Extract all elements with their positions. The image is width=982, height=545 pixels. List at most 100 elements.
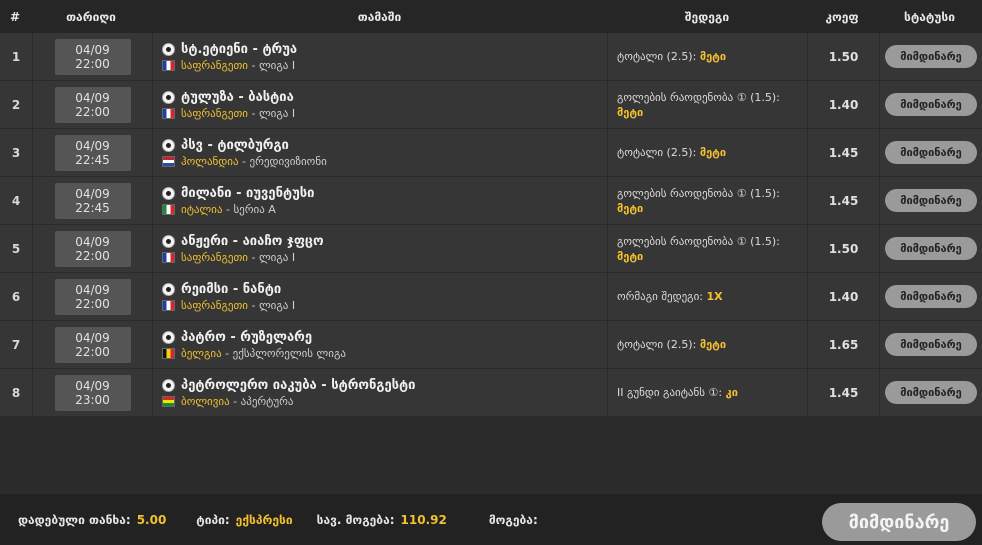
football-icon bbox=[162, 282, 175, 296]
country-name: ჰოლანდია bbox=[181, 154, 239, 168]
match-cell: რეიმსი - ნანტი საფრანგეთი - ლიგა I bbox=[153, 273, 608, 320]
status-cell: მიმდინარე bbox=[880, 177, 982, 224]
status-button[interactable]: მიმდინარე bbox=[885, 93, 977, 116]
country-flag-icon bbox=[162, 107, 175, 119]
bet-type-label: ტიპი: bbox=[196, 512, 230, 527]
match-date: 04/09 23:00 bbox=[54, 374, 131, 411]
league-line: საფრანგეთი - ლიგა I bbox=[162, 107, 295, 120]
match-teams[interactable]: მილანი - იუვენტუსი bbox=[181, 186, 315, 201]
potential-win: სავ. მოგება: 110.92 bbox=[317, 513, 447, 527]
win: მოგება: bbox=[489, 513, 538, 527]
league-name: ერედივიზიონი bbox=[249, 154, 327, 168]
row-number: 4 bbox=[0, 177, 33, 224]
football-icon bbox=[162, 234, 175, 248]
market-cell: ორმაგი შედეგი: 1X bbox=[608, 273, 808, 320]
match-date: 04/09 22:00 bbox=[54, 326, 131, 363]
match-cell: სტ.ეტიენი - ტრუა საფრანგეთი - ლიგა I bbox=[153, 33, 608, 80]
status-button[interactable]: მიმდინარე bbox=[885, 189, 977, 212]
market-name: II გუნდი გაიტანს ①: bbox=[617, 386, 723, 399]
status-button[interactable]: მიმდინარე bbox=[885, 333, 977, 356]
market-pick: მეტი bbox=[617, 105, 644, 119]
status-cell: მიმდინარე bbox=[880, 225, 982, 272]
league-name: ექსპლორელის ლიგა bbox=[232, 346, 346, 360]
status-button[interactable]: მიმდინარე bbox=[885, 141, 977, 164]
football-icon bbox=[162, 138, 175, 152]
status-button[interactable]: მიმდინარე bbox=[885, 285, 977, 308]
header-odd: კოეფ bbox=[825, 9, 859, 24]
match-teams[interactable]: ტულუზა - ბასტია bbox=[181, 90, 294, 105]
market-cell: ტოტალი (2.5): მეტი bbox=[608, 321, 808, 368]
country-flag-icon bbox=[162, 395, 175, 407]
status-button[interactable]: მიმდინარე bbox=[885, 381, 977, 404]
date-cell: 04/09 22:45 bbox=[33, 129, 153, 176]
league-line: იტალია - სერია A bbox=[162, 203, 276, 216]
table-row: 4 04/09 22:45 მილანი - იუვენტუსი იტალია … bbox=[0, 177, 982, 225]
country-name: ბოლივია bbox=[181, 394, 230, 408]
football-icon bbox=[162, 90, 175, 104]
league-name: სერია A bbox=[233, 202, 276, 216]
header-match: თამაში bbox=[357, 9, 402, 24]
market-pick: კი bbox=[725, 386, 738, 399]
status-button[interactable]: მიმდინარე bbox=[885, 237, 977, 260]
market-pick: მეტი bbox=[699, 338, 727, 351]
country-name: ბელგია bbox=[181, 346, 222, 360]
table-row: 2 04/09 22:00 ტულუზა - ბასტია საფრანგეთი… bbox=[0, 81, 982, 129]
market-name: ტოტალი (2.5): bbox=[617, 146, 697, 159]
potential-win-value: 110.92 bbox=[400, 512, 447, 527]
status-button[interactable]: მიმდინარე bbox=[885, 45, 977, 68]
market-cell: II გუნდი გაიტანს ①: კი bbox=[608, 369, 808, 416]
league-line: ჰოლანდია - ერედივიზიონი bbox=[162, 155, 327, 168]
match-line: ანჟერი - აიაჩო ჯფცო bbox=[162, 234, 324, 249]
status-cell: მიმდინარე bbox=[880, 33, 982, 80]
date-cell: 04/09 22:00 bbox=[33, 321, 153, 368]
football-icon bbox=[162, 378, 175, 392]
country-name: საფრანგეთი bbox=[181, 106, 248, 120]
country-name: იტალია bbox=[181, 202, 223, 216]
row-number: 3 bbox=[0, 129, 33, 176]
market-cell: გოლების რაოდენობა ① (1.5): მეტი bbox=[608, 81, 808, 128]
date-cell: 04/09 22:00 bbox=[33, 81, 153, 128]
market-cell: ტოტალი (2.5): მეტი bbox=[608, 129, 808, 176]
odd-value: 1.50 bbox=[808, 225, 880, 272]
match-teams[interactable]: ანჟერი - აიაჩო ჯფცო bbox=[181, 234, 324, 249]
match-teams[interactable]: პეტროლერო იაკუბა - სტრონგესტი bbox=[181, 378, 415, 393]
match-cell: პატრო - რუზელარე ბელგია - ექსპლორელის ლი… bbox=[153, 321, 608, 368]
header-date: თარიღი bbox=[66, 9, 116, 24]
market-pick: 1X bbox=[706, 290, 723, 303]
stake-label: დადებული თანხა: bbox=[18, 512, 131, 527]
table-header: # თარიღი თამაში შედეგი კოეფ სტატუსი bbox=[0, 0, 982, 33]
bet-type-value: ექსპრესი bbox=[235, 512, 293, 527]
match-date: 04/09 22:00 bbox=[54, 38, 131, 75]
table-row: 3 04/09 22:45 პსვ - ტილბურგი ჰოლანდია - … bbox=[0, 129, 982, 177]
country-name: საფრანგეთი bbox=[181, 58, 248, 72]
match-line: ტულუზა - ბასტია bbox=[162, 90, 294, 105]
league-line: საფრანგეთი - ლიგა I bbox=[162, 299, 295, 312]
row-number: 8 bbox=[0, 369, 33, 416]
match-teams[interactable]: პსვ - ტილბურგი bbox=[181, 138, 289, 153]
match-cell: პსვ - ტილბურგი ჰოლანდია - ერედივიზიონი bbox=[153, 129, 608, 176]
match-teams[interactable]: სტ.ეტიენი - ტრუა bbox=[181, 42, 297, 57]
market-name: ორმაგი შედეგი: bbox=[617, 290, 703, 303]
country-flag-icon bbox=[162, 59, 175, 71]
bet-summary-footer: დადებული თანხა: 5.00 ტიპი: ექსპრესი სავ.… bbox=[0, 494, 982, 545]
table-row: 7 04/09 22:00 პატრო - რუზელარე ბელგია - … bbox=[0, 321, 982, 369]
date-cell: 04/09 22:45 bbox=[33, 177, 153, 224]
header-status: სტატუსი bbox=[904, 9, 955, 24]
match-line: სტ.ეტიენი - ტრუა bbox=[162, 42, 297, 57]
row-number: 1 bbox=[0, 33, 33, 80]
country-flag-icon bbox=[162, 203, 175, 215]
league-name: ლიგა I bbox=[258, 58, 296, 72]
league-line: საფრანგეთი - ლიგა I bbox=[162, 59, 295, 72]
league-line: ბოლივია - აპერტურა bbox=[162, 395, 293, 408]
date-cell: 04/09 23:00 bbox=[33, 369, 153, 416]
row-number: 6 bbox=[0, 273, 33, 320]
match-teams[interactable]: რეიმსი - ნანტი bbox=[181, 282, 281, 297]
league-line: ბელგია - ექსპლორელის ლიგა bbox=[162, 347, 346, 360]
match-teams[interactable]: პატრო - რუზელარე bbox=[181, 330, 312, 345]
market-pick: მეტი bbox=[617, 201, 644, 215]
market-cell: გოლების რაოდენობა ① (1.5): მეტი bbox=[608, 177, 808, 224]
header-market: შედეგი bbox=[684, 9, 730, 24]
status-cell: მიმდინარე bbox=[880, 129, 982, 176]
match-date: 04/09 22:00 bbox=[54, 278, 131, 315]
bet-status-button[interactable]: მიმდინარე bbox=[822, 503, 976, 541]
